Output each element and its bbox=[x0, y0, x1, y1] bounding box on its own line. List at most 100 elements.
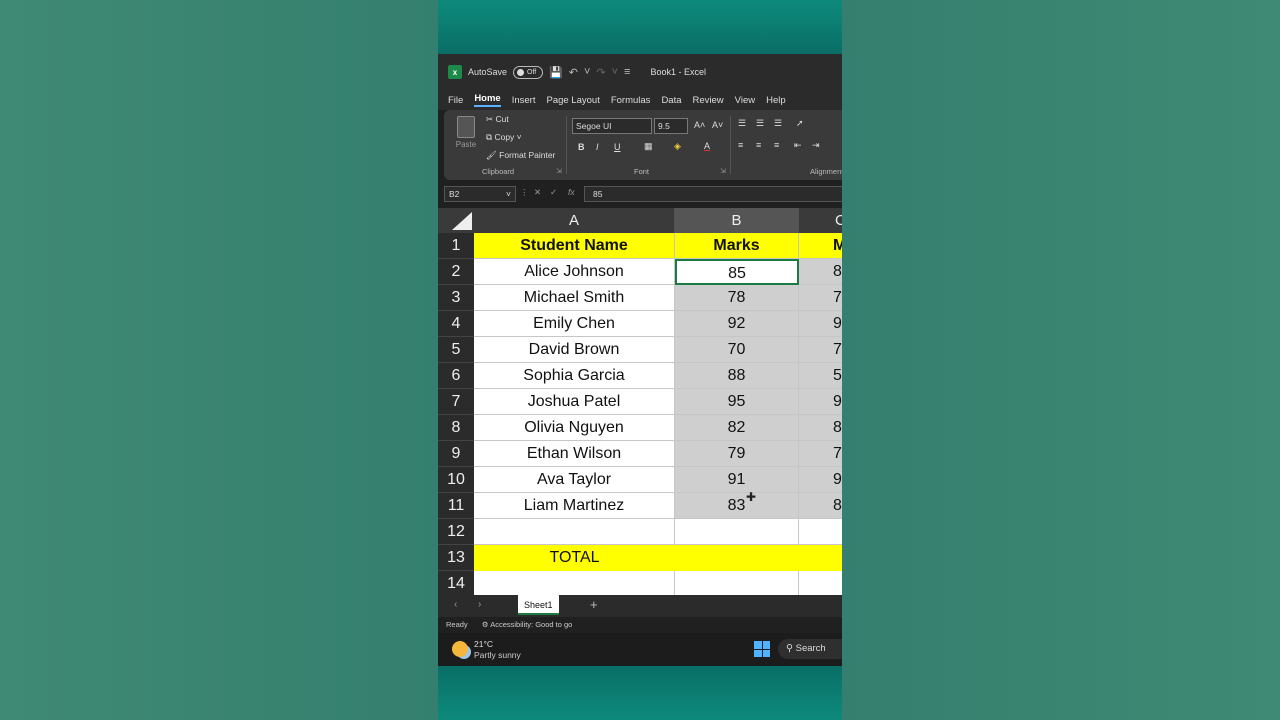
align-center-icon[interactable]: ≡ bbox=[756, 140, 761, 150]
prev-sheet-icon[interactable]: ‹ bbox=[454, 599, 457, 610]
cell-a11[interactable]: Liam Martinez bbox=[474, 493, 675, 519]
cell-b12[interactable] bbox=[675, 519, 799, 545]
decrease-font-icon[interactable]: A˅ bbox=[712, 120, 723, 130]
enter-icon[interactable]: ✓ bbox=[550, 187, 557, 198]
cell-a9[interactable]: Ethan Wilson bbox=[474, 441, 675, 467]
select-all-button[interactable] bbox=[438, 208, 474, 233]
cell-b4[interactable]: 92 bbox=[675, 311, 799, 337]
name-box[interactable]: B2 ˅ bbox=[444, 186, 516, 202]
paste-button[interactable]: Paste bbox=[452, 116, 480, 149]
weather-icon[interactable] bbox=[452, 641, 468, 657]
row-header-12[interactable]: 12 bbox=[438, 519, 474, 545]
cell-b6[interactable]: 88 bbox=[675, 363, 799, 389]
align-top-icon[interactable]: ☰ bbox=[738, 118, 746, 129]
cell-b13[interactable] bbox=[675, 545, 799, 571]
row-header-14[interactable]: 14 bbox=[438, 571, 474, 595]
cell-b1[interactable]: Marks bbox=[675, 233, 799, 259]
cell-a10[interactable]: Ava Taylor bbox=[474, 467, 675, 493]
orientation-icon[interactable]: ➚ bbox=[796, 118, 804, 129]
italic-button[interactable]: I bbox=[596, 142, 599, 152]
cell-c3[interactable]: 7 bbox=[799, 285, 842, 311]
decrease-indent-icon[interactable]: ⇤ bbox=[794, 140, 802, 151]
tab-file[interactable]: File bbox=[448, 95, 463, 106]
cell-c13[interactable] bbox=[799, 545, 842, 571]
cell-c8[interactable]: 8 bbox=[799, 415, 842, 441]
add-sheet-icon[interactable]: + bbox=[590, 597, 598, 612]
customize-toolbar-icon[interactable]: ≡ bbox=[624, 66, 630, 78]
insert-function-button[interactable]: fx bbox=[568, 187, 575, 197]
row-header-9[interactable]: 9 bbox=[438, 441, 474, 467]
cell-a7[interactable]: Joshua Patel bbox=[474, 389, 675, 415]
cell-c2[interactable]: 8 bbox=[799, 259, 842, 285]
row-header-4[interactable]: 4 bbox=[438, 311, 474, 337]
cell-b3[interactable]: 78 bbox=[675, 285, 799, 311]
cell-b9[interactable]: 79 bbox=[675, 441, 799, 467]
cancel-icon[interactable]: ✕ bbox=[534, 187, 541, 198]
accessibility-status[interactable]: Accessibility: Good to go bbox=[490, 620, 572, 629]
undo-icon[interactable]: ↶ bbox=[569, 66, 578, 79]
row-header-8[interactable]: 8 bbox=[438, 415, 474, 441]
cell-c10[interactable]: 9 bbox=[799, 467, 842, 493]
cell-c14[interactable] bbox=[799, 571, 842, 595]
cell-a8[interactable]: Olivia Nguyen bbox=[474, 415, 675, 441]
cell-c1[interactable]: Ma bbox=[799, 233, 842, 259]
cell-a3[interactable]: Michael Smith bbox=[474, 285, 675, 311]
cell-c5[interactable]: 7 bbox=[799, 337, 842, 363]
cell-c12[interactable] bbox=[799, 519, 842, 545]
row-header-7[interactable]: 7 bbox=[438, 389, 474, 415]
tab-home[interactable]: Home bbox=[474, 93, 501, 107]
next-sheet-icon[interactable]: › bbox=[478, 599, 481, 610]
font-name-select[interactable]: Segoe UI bbox=[572, 118, 652, 134]
sheet-tab[interactable]: Sheet1 bbox=[518, 595, 559, 615]
cell-a2[interactable]: Alice Johnson bbox=[474, 259, 675, 285]
tab-formulas[interactable]: Formulas bbox=[611, 95, 651, 106]
underline-button[interactable]: U bbox=[614, 142, 621, 152]
row-header-2[interactable]: 2 bbox=[438, 259, 474, 285]
font-color-button[interactable]: A bbox=[704, 141, 710, 151]
cell-a4[interactable]: Emily Chen bbox=[474, 311, 675, 337]
align-right-icon[interactable]: ≡ bbox=[774, 140, 779, 150]
cell-a6[interactable]: Sophia Garcia bbox=[474, 363, 675, 389]
row-header-13[interactable]: 13 bbox=[438, 545, 474, 571]
cell-c6[interactable]: 5 bbox=[799, 363, 842, 389]
cell-a14[interactable] bbox=[474, 571, 675, 595]
undo-dropdown-icon[interactable]: ˅ bbox=[584, 66, 590, 78]
align-middle-icon[interactable]: ☰ bbox=[756, 118, 764, 129]
increase-indent-icon[interactable]: ⇥ bbox=[812, 140, 820, 151]
tab-help[interactable]: Help bbox=[766, 95, 786, 106]
cell-a13[interactable]: TOTAL bbox=[474, 545, 675, 571]
tab-page-layout[interactable]: Page Layout bbox=[546, 95, 599, 106]
borders-icon[interactable]: ▦ bbox=[644, 141, 653, 152]
cut-button[interactable]: ✂ Cut bbox=[486, 114, 509, 125]
redo-dropdown-icon[interactable]: ˅ bbox=[612, 66, 618, 78]
cell-b10[interactable]: 91 bbox=[675, 467, 799, 493]
row-header-5[interactable]: 5 bbox=[438, 337, 474, 363]
increase-font-icon[interactable]: A˄ bbox=[694, 120, 705, 130]
fill-color-icon[interactable]: ◈ bbox=[674, 141, 681, 152]
cell-b5[interactable]: 70 bbox=[675, 337, 799, 363]
format-painter-button[interactable]: 🖌 Format Painter bbox=[486, 150, 555, 161]
redo-icon[interactable]: ↷ bbox=[596, 66, 605, 79]
cell-b2[interactable]: 85 bbox=[675, 259, 799, 285]
spreadsheet-grid[interactable]: A B C 1Student NameMarksMa 2Alice Johnson… bbox=[438, 208, 842, 595]
cell-a5[interactable]: David Brown bbox=[474, 337, 675, 363]
bold-button[interactable]: B bbox=[578, 142, 585, 152]
font-launcher-icon[interactable]: ⇲ bbox=[720, 167, 726, 175]
row-header-6[interactable]: 6 bbox=[438, 363, 474, 389]
cell-c7[interactable]: 9 bbox=[799, 389, 842, 415]
align-bottom-icon[interactable]: ☰ bbox=[774, 118, 782, 129]
cell-a12[interactable] bbox=[474, 519, 675, 545]
row-header-11[interactable]: 11 bbox=[438, 493, 474, 519]
taskbar-search[interactable]: ⚲ Search bbox=[778, 639, 842, 659]
column-header-a[interactable]: A bbox=[474, 208, 675, 233]
cell-b14[interactable] bbox=[675, 571, 799, 595]
windows-start-icon[interactable] bbox=[754, 641, 770, 657]
align-left-icon[interactable]: ≡ bbox=[738, 140, 743, 150]
tab-view[interactable]: View bbox=[735, 95, 755, 106]
row-header-1[interactable]: 1 bbox=[438, 233, 474, 259]
formula-input[interactable]: 85 bbox=[584, 186, 842, 202]
save-icon[interactable]: 💾 bbox=[549, 66, 563, 79]
row-header-3[interactable]: 3 bbox=[438, 285, 474, 311]
font-size-select[interactable]: 9.5 bbox=[654, 118, 688, 134]
cell-b11[interactable]: 83 bbox=[675, 493, 799, 519]
